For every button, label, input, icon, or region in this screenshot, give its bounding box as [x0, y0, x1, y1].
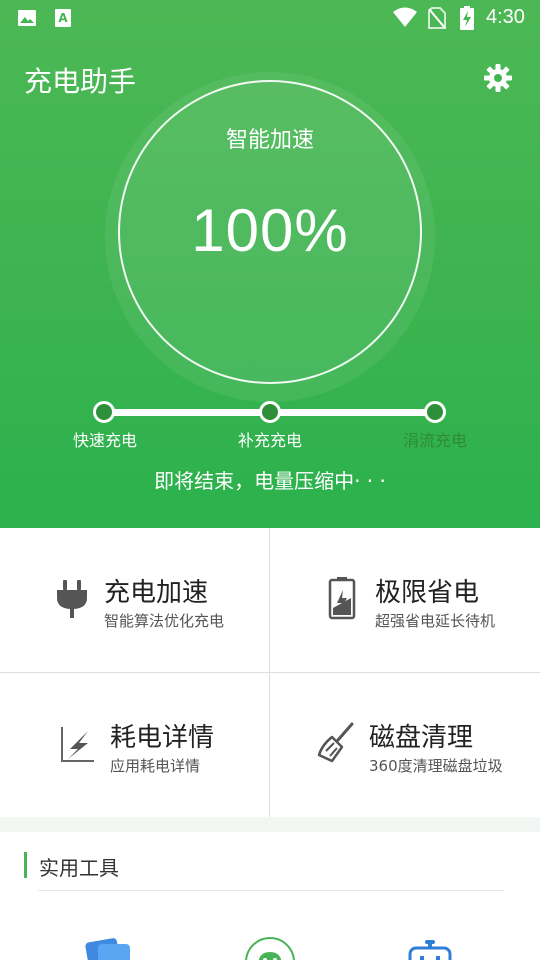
feature-title: 充电加速	[104, 578, 209, 608]
power-drain-icon	[61, 727, 94, 762]
section-separator	[0, 817, 540, 832]
status-time: 4:30	[486, 6, 525, 28]
tools-divider	[38, 890, 504, 891]
stage-label-fast: 快速充电	[72, 431, 137, 450]
android-icon[interactable]	[244, 936, 296, 960]
battery-charging-icon	[460, 6, 474, 30]
a-text-icon: A	[55, 9, 71, 27]
image-icon	[18, 10, 36, 26]
charging-header: A 4:30 充电助手 智能加速 100% 快速充电 补充充电 涓流充电 即将结…	[0, 0, 540, 528]
feature-title: 磁盘清理	[369, 723, 474, 753]
stage-label-trickle: 涓流充电	[402, 431, 467, 450]
gauge-value: 100%	[191, 197, 349, 264]
robot-icon[interactable]	[404, 936, 456, 960]
no-sim-icon	[428, 7, 446, 29]
stage-label-supplement: 补充充电	[237, 431, 302, 450]
svg-text:A: A	[58, 11, 68, 25]
feature-disk-cleanup[interactable]: 磁盘清理 360度清理磁盘垃圾	[270, 673, 540, 817]
stage-dot-supplement	[259, 401, 281, 423]
feature-charge-boost[interactable]: 充电加速 智能算法优化充电	[0, 528, 270, 672]
tools-title: 实用工具	[39, 856, 119, 880]
feature-subtitle: 应用耗电详情	[110, 757, 201, 775]
feature-power-details[interactable]: 耗电详情 应用耗电详情	[0, 673, 270, 817]
broom-icon	[317, 722, 354, 763]
feature-grid: 充电加速 智能算法优化充电 极限省电 超强省电延长待机 耗电详情 应用耗电详情 …	[0, 528, 540, 817]
battery-icon	[328, 577, 356, 620]
feature-title: 极限省电	[375, 578, 480, 608]
stage-dot-trickle	[424, 401, 446, 423]
feature-subtitle: 智能算法优化充电	[104, 612, 225, 630]
feature-subtitle: 超强省电延长待机	[375, 612, 496, 630]
plug-icon	[57, 580, 87, 618]
feature-power-saving[interactable]: 极限省电 超强省电延长待机	[270, 528, 540, 672]
stage-dot-fast	[93, 401, 115, 423]
feature-subtitle: 360度清理磁盘垃圾	[369, 757, 503, 775]
section-accent-bar	[24, 852, 27, 878]
app-title: 充电助手	[24, 65, 137, 98]
tools-section: 实用工具	[0, 832, 540, 960]
wifi-icon	[393, 7, 417, 27]
status-bar: A 4:30	[0, 0, 540, 36]
gauge-label: 智能加速	[225, 128, 314, 153]
cards-icon[interactable]	[84, 936, 136, 960]
gear-icon[interactable]	[483, 63, 513, 93]
charging-status-text: 即将结束，电量压缩中· · ·	[154, 469, 386, 493]
feature-title: 耗电详情	[110, 723, 215, 753]
